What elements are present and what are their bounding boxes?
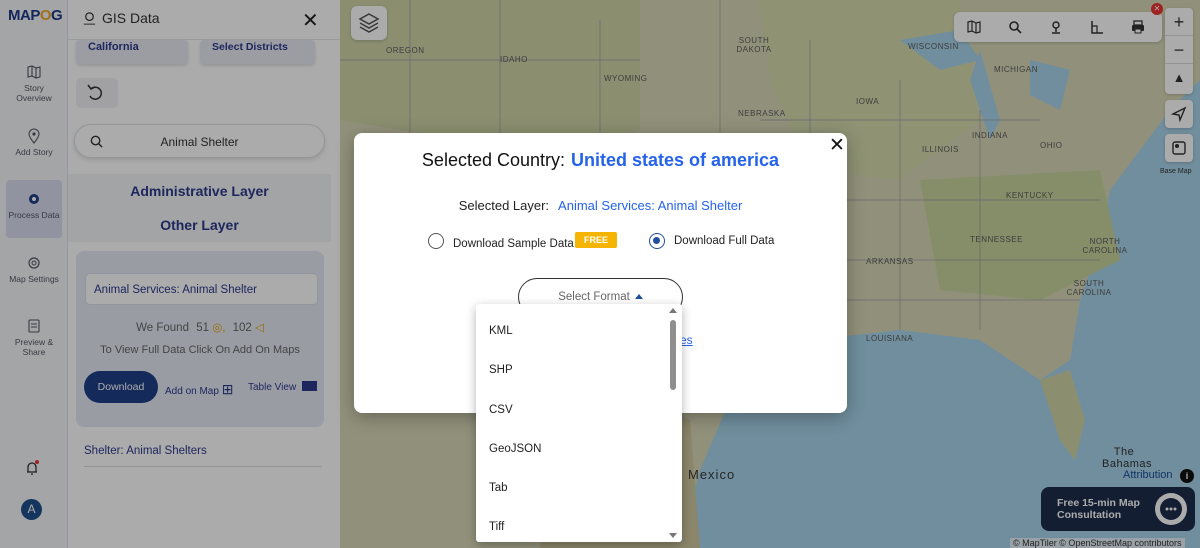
format-option-tab[interactable]: Tab <box>489 482 508 494</box>
free-badge: FREE <box>575 232 617 248</box>
layer-value: Animal Services: Animal Shelter <box>558 198 743 213</box>
scroll-up-icon[interactable] <box>669 308 677 313</box>
format-option-geojson[interactable]: GeoJSON <box>489 443 541 455</box>
modal-title: Selected Country: United states of americ… <box>354 150 847 171</box>
format-option-shp[interactable]: SHP <box>489 364 513 376</box>
selected-layer: Selected Layer: Animal Services: Animal S… <box>354 198 847 213</box>
format-option-tiff[interactable]: Tiff <box>489 521 504 533</box>
format-options-list: KML SHP CSV GeoJSON Tab Tiff <box>476 304 682 542</box>
layer-prefix: Selected Layer: <box>458 198 550 213</box>
full-data-radio[interactable] <box>649 233 665 249</box>
title-prefix: Selected Country: <box>421 150 565 170</box>
selected-country: United states of america <box>571 150 780 170</box>
sample-data-label[interactable]: Download Sample Data <box>453 238 574 250</box>
scrollbar-thumb[interactable] <box>670 320 676 390</box>
format-option-kml[interactable]: KML <box>489 325 513 337</box>
caret-up-icon <box>634 294 643 299</box>
format-option-csv[interactable]: CSV <box>489 404 513 416</box>
scroll-down-icon[interactable] <box>669 533 677 538</box>
sample-data-radio[interactable] <box>428 233 444 249</box>
full-data-label[interactable]: Download Full Data <box>674 235 774 247</box>
select-format-label: Select Format <box>558 291 630 303</box>
